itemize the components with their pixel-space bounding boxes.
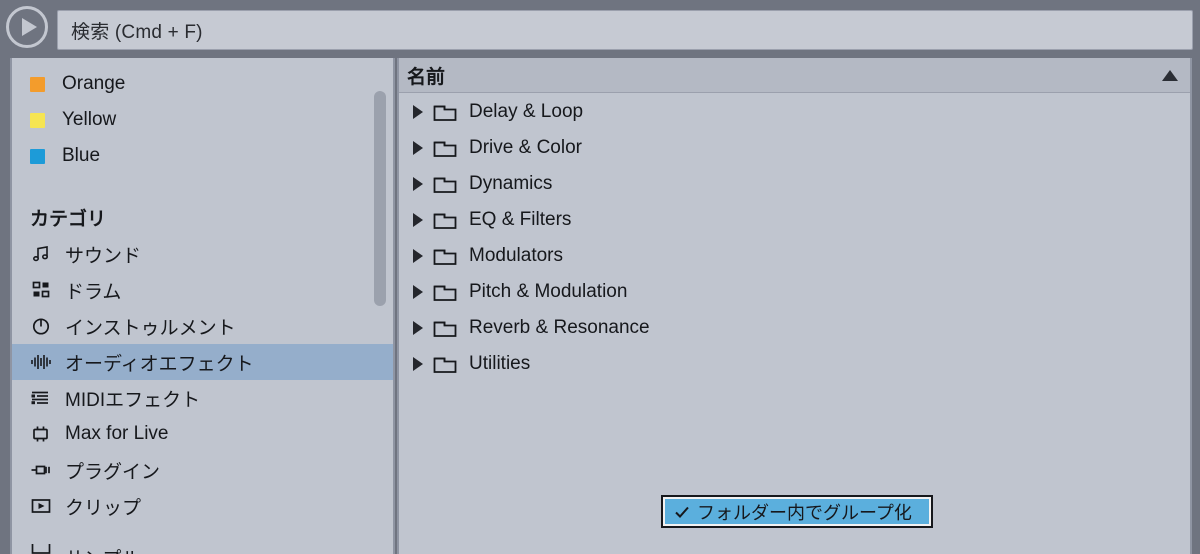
tree-row-modulators[interactable]: Modulators	[399, 238, 1190, 274]
sort-ascending-icon[interactable]	[1162, 70, 1178, 81]
column-header-label: 名前	[407, 66, 446, 88]
sidebar-item-yellow[interactable]: Yellow	[12, 102, 393, 138]
folder-icon	[431, 100, 459, 124]
folder-icon	[431, 352, 459, 376]
sidebar-item-midi-effects[interactable]: MIDIエフェクト	[12, 380, 393, 416]
chevron-right-icon[interactable]	[407, 281, 429, 303]
chevron-right-icon[interactable]	[407, 137, 429, 159]
tree-row-label: Pitch & Modulation	[469, 281, 628, 302]
tree-row-eq-filters[interactable]: EQ & Filters	[399, 202, 1190, 238]
browser-window: 検索 (Cmd + F) Red Orange Ye	[0, 0, 1200, 554]
tree-row-label: Delay & Loop	[469, 101, 584, 122]
sidebar-item-label: Orange	[62, 73, 126, 94]
sidebar-section-heading-category: カテゴリ	[12, 196, 393, 236]
drum-grid-icon	[30, 279, 52, 301]
sidebar-scrollbar-track[interactable]	[374, 58, 386, 554]
sidebar-item-drums[interactable]: ドラム	[12, 272, 393, 308]
sidebar-item-label: サウンド	[65, 245, 142, 267]
sidebar-item-audio-effects[interactable]: オーディオエフェクト	[12, 344, 393, 380]
tree-row-label: Dynamics	[469, 173, 553, 194]
sidebar-scrollport: Orange Yellow Blue カテゴリ サウンド ドラム インストゥルメ…	[12, 58, 393, 554]
plug-icon	[30, 459, 52, 481]
sidebar-item-label: MIDIエフェクト	[65, 389, 201, 411]
max-chip-icon	[30, 423, 52, 445]
sidebar: Red Orange Yellow Blue	[10, 58, 395, 554]
top-bar: 検索 (Cmd + F)	[0, 0, 1200, 58]
sidebar-item-label: Blue	[62, 145, 101, 166]
chevron-right-icon[interactable]	[407, 353, 429, 375]
folder-icon	[431, 172, 459, 196]
folder-tree: Delay & Loop Drive & Color Dynamics EQ &…	[399, 93, 1190, 382]
search-input[interactable]: 検索 (Cmd + F)	[57, 10, 1193, 50]
context-menu-item-label: フォルダー内でグループ化	[697, 502, 912, 523]
sidebar-item-label: プラグイン	[65, 461, 161, 483]
chevron-right-icon[interactable]	[407, 209, 429, 231]
section-heading-label: カテゴリ	[30, 209, 107, 230]
tree-row-pitch-modulation[interactable]: Pitch & Modulation	[399, 274, 1190, 310]
search-placeholder: 検索 (Cmd + F)	[71, 21, 203, 43]
sidebar-item-label: オーディオエフェクト	[65, 353, 254, 375]
context-menu: フォルダー内でグループ化	[661, 495, 933, 528]
chevron-right-icon[interactable]	[407, 173, 429, 195]
chevron-right-icon[interactable]	[407, 317, 429, 339]
folder-icon	[431, 280, 459, 304]
color-swatch-icon	[30, 76, 45, 92]
tree-row-label: Utilities	[469, 353, 531, 374]
tree-row-label: EQ & Filters	[469, 209, 572, 230]
music-note-icon	[30, 243, 52, 265]
instrument-icon	[30, 315, 52, 337]
column-header-name[interactable]: 名前	[399, 58, 1190, 93]
play-icon	[22, 18, 37, 36]
sidebar-item-orange[interactable]: Orange	[12, 66, 393, 102]
tree-row-utilities[interactable]: Utilities	[399, 346, 1190, 382]
tree-row-label: Reverb & Resonance	[469, 317, 650, 338]
color-swatch-icon	[30, 148, 45, 164]
tree-row-label: Modulators	[469, 245, 563, 266]
sidebar-item-partial-bottom: サンプル	[12, 544, 393, 554]
sidebar-item-label: ドラム	[65, 281, 122, 303]
sidebar-item-label: インストゥルメント	[65, 317, 236, 339]
tree-row-drive-color[interactable]: Drive & Color	[399, 130, 1190, 166]
waveform-icon	[30, 351, 52, 373]
tree-row-dynamics[interactable]: Dynamics	[399, 166, 1190, 202]
sidebar-item-label: クリップ	[65, 497, 142, 519]
content-panel: 名前 Delay & Loop Drive & Color Dynamics E…	[397, 58, 1192, 554]
sidebar-item-label: Yellow	[62, 109, 117, 130]
folder-icon	[431, 208, 459, 232]
sidebar-item-clips[interactable]: クリップ	[12, 488, 393, 524]
chevron-right-icon[interactable]	[407, 245, 429, 267]
tree-row-reverb-resonance[interactable]: Reverb & Resonance	[399, 310, 1190, 346]
sidebar-item-instruments[interactable]: インストゥルメント	[12, 308, 393, 344]
sidebar-item-sounds[interactable]: サウンド	[12, 236, 393, 272]
sidebar-item-label: Max for Live	[65, 423, 169, 444]
clip-play-icon	[30, 495, 52, 517]
tree-row-delay-loop[interactable]: Delay & Loop	[399, 94, 1190, 130]
play-button[interactable]	[6, 6, 48, 48]
context-menu-item-group-in-folders[interactable]: フォルダー内でグループ化	[665, 499, 929, 524]
browser-panels: Red Orange Yellow Blue	[0, 58, 1200, 554]
checkmark-icon	[673, 505, 691, 519]
tree-row-label: Drive & Color	[469, 137, 582, 158]
folder-icon	[431, 244, 459, 268]
sample-icon	[30, 544, 52, 554]
sidebar-partial-bottom-row[interactable]: サンプル	[12, 544, 393, 554]
sidebar-item-blue[interactable]: Blue	[12, 138, 393, 174]
sidebar-scrollbar-thumb[interactable]	[374, 91, 386, 306]
chevron-right-icon[interactable]	[407, 101, 429, 123]
color-swatch-icon	[30, 112, 45, 128]
sidebar-item-max-for-live[interactable]: Max for Live	[12, 416, 393, 452]
midi-lines-icon	[30, 387, 52, 409]
folder-icon	[431, 316, 459, 340]
sidebar-item-plugins[interactable]: プラグイン	[12, 452, 393, 488]
sidebar-item-label: サンプル	[65, 544, 140, 554]
folder-icon	[431, 136, 459, 160]
